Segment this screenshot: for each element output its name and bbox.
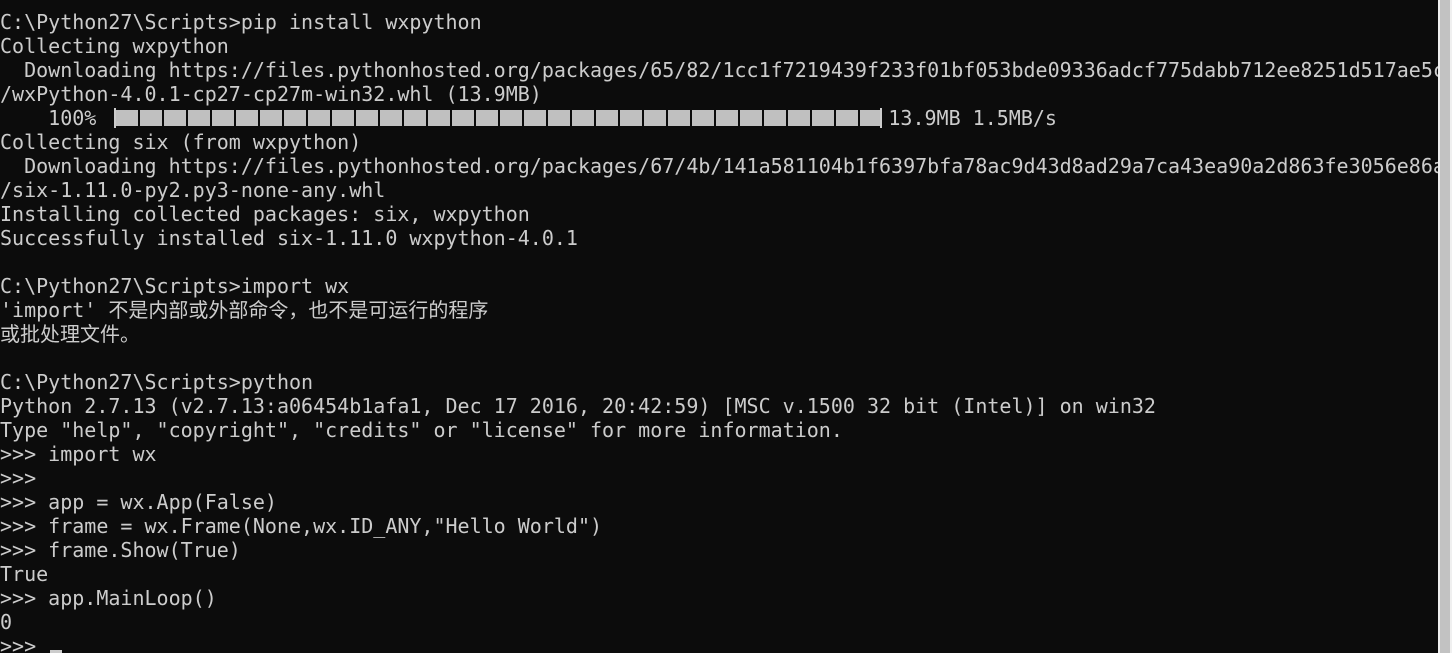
console-window[interactable]: C:\Python27\Scripts>pip install wxpython… bbox=[0, 0, 1452, 653]
console-line: Successfully installed six-1.11.0 wxpyth… bbox=[0, 226, 578, 250]
console-line: Python 2.7.13 (v2.7.13:a06454b1afa1, Dec… bbox=[0, 394, 1156, 418]
console-line: Installing collected packages: six, wxpy… bbox=[0, 202, 530, 226]
console-line: Downloading https://files.pythonhosted.o… bbox=[0, 58, 1438, 82]
console-line: C:\Python27\Scripts>import wx bbox=[0, 274, 350, 298]
console-line: /wxPython-4.0.1-cp27-cp27m-win32.whl (13… bbox=[0, 82, 542, 106]
console-line: 'import' 不是内部或外部命令，也不是可运行的程序 bbox=[0, 298, 489, 322]
console-output: C:\Python27\Scripts>pip install wxpython… bbox=[0, 10, 1438, 653]
console-line: True bbox=[0, 562, 49, 586]
progress-bar bbox=[114, 108, 883, 128]
progress-bar-fill bbox=[116, 110, 881, 126]
console-line: 0 bbox=[0, 610, 13, 634]
download-progress-row: 100% 13.9MB 1.5MB/s bbox=[0, 106, 1438, 130]
vertical-scrollbar[interactable] bbox=[1438, 0, 1452, 653]
console-line: Collecting wxpython bbox=[0, 34, 229, 58]
console-line: 或批处理文件。 bbox=[0, 322, 140, 346]
console-line: Type "help", "copyright", "credits" or "… bbox=[0, 418, 843, 442]
console-line: Downloading https://files.pythonhosted.o… bbox=[0, 154, 1438, 178]
console-line: >>> app.MainLoop() bbox=[0, 586, 217, 610]
python-prompt: >>> bbox=[0, 634, 49, 653]
console-line: >>> import wx bbox=[0, 442, 157, 466]
console-line: /six-1.11.0-py2.py3-none-any.whl bbox=[0, 178, 386, 202]
console-line: >>> app = wx.App(False) bbox=[0, 490, 277, 514]
progress-percent: 100% bbox=[0, 106, 109, 130]
progress-size: 13.9MB 1.5MB/s bbox=[888, 106, 1057, 130]
console-line: >>> frame = wx.Frame(None,wx.ID_ANY,"Hel… bbox=[0, 514, 603, 538]
input-line[interactable]: >>> bbox=[0, 634, 1438, 653]
console-line: >>> frame.Show(True) bbox=[0, 538, 241, 562]
console-line: Collecting six (from wxpython) bbox=[0, 130, 362, 154]
console-line: C:\Python27\Scripts>pip install wxpython bbox=[0, 10, 482, 34]
console-line: C:\Python27\Scripts>python bbox=[0, 370, 314, 394]
scrollbar-thumb[interactable] bbox=[1440, 0, 1450, 653]
console-line: >>> bbox=[0, 466, 37, 490]
